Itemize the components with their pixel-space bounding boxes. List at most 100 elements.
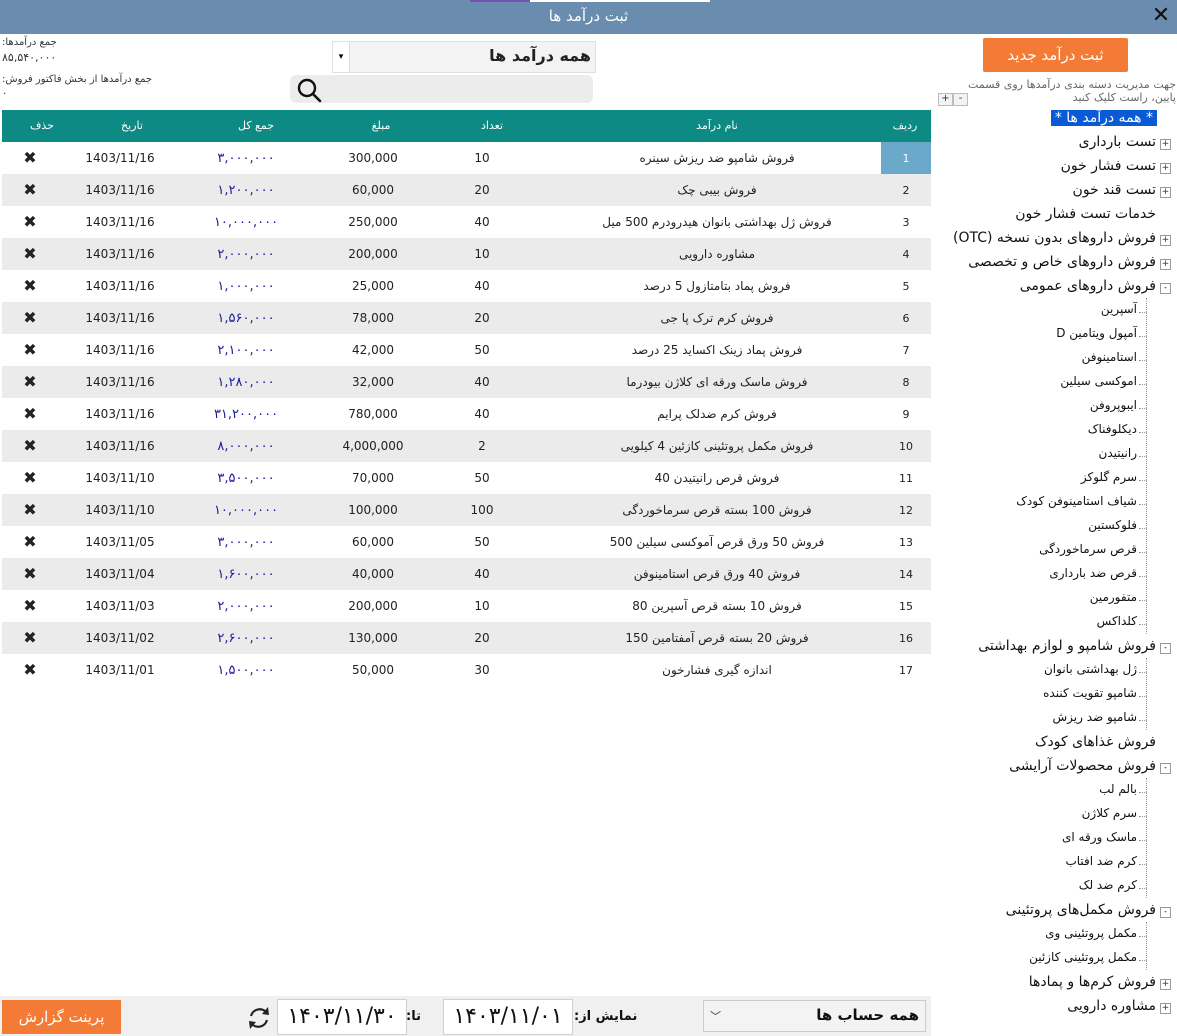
amount-cell[interactable]: 100,000 xyxy=(348,503,398,517)
date-cell[interactable]: 1403/11/16 xyxy=(85,151,154,165)
income-name-cell[interactable]: مشاوره دارویی xyxy=(679,247,755,261)
count-cell[interactable]: 40 xyxy=(474,407,489,421)
delete-icon[interactable]: ✖ xyxy=(23,500,36,519)
amount-cell[interactable]: 32,000 xyxy=(352,375,394,389)
income-name-cell[interactable]: فروش شامپو ضد ریزش سینره xyxy=(639,151,794,165)
total-cell[interactable]: ۳,۰۰۰,۰۰۰ xyxy=(217,535,274,550)
total-cell[interactable]: ۱۰,۰۰۰,۰۰۰ xyxy=(214,215,278,230)
tree-root-all-incomes[interactable]: * همه درآمد ها * xyxy=(1050,110,1157,126)
row-number-cell[interactable]: 7 xyxy=(881,334,931,366)
count-cell[interactable]: 20 xyxy=(474,631,489,645)
tree-subcategory[interactable]: قرص سرماخوردگی xyxy=(1039,542,1137,556)
dropdown-arrow-icon[interactable]: ▾ xyxy=(333,42,350,72)
delete-icon[interactable]: ✖ xyxy=(23,244,36,263)
table-row[interactable]: 11 فروش قرص رانیتیدن 40 50 70,000 ۳,۵۰۰,۰۰۰ 1… xyxy=(2,462,931,494)
tree-category[interactable]: تست فشار خون xyxy=(1061,158,1156,174)
print-report-button[interactable]: پرینت گزارش xyxy=(2,1000,121,1034)
delete-icon[interactable]: ✖ xyxy=(23,628,36,647)
total-cell[interactable]: ۱,۶۰۰,۰۰۰ xyxy=(217,567,274,582)
income-name-cell[interactable]: فروش مکمل پروتئینی کازئین 4 کیلویی xyxy=(621,439,814,453)
count-cell[interactable]: 10 xyxy=(474,151,489,165)
total-cell[interactable]: ۲,۱۰۰,۰۰۰ xyxy=(217,343,274,358)
date-cell[interactable]: 1403/11/02 xyxy=(85,631,154,645)
date-cell[interactable]: 1403/11/05 xyxy=(85,535,154,549)
new-income-button[interactable]: ثبت درآمد جدید xyxy=(983,38,1128,72)
col-row-header[interactable]: ردیف xyxy=(893,119,918,132)
date-cell[interactable]: 1403/11/16 xyxy=(85,343,154,357)
col-date-header[interactable]: تاریخ xyxy=(121,119,143,132)
amount-cell[interactable]: 200,000 xyxy=(348,599,398,613)
table-row[interactable]: 16 فروش 20 بسته قرص آمفتامین 150 20 130,000… xyxy=(2,622,931,654)
amount-cell[interactable]: 40,000 xyxy=(352,567,394,581)
to-date-field[interactable]: ۱۴۰۳/۱۱/۳۰ xyxy=(277,999,407,1035)
total-cell[interactable]: ۲,۰۰۰,۰۰۰ xyxy=(217,599,274,614)
tree-subcategory[interactable]: سرم کلاژن xyxy=(1082,806,1137,820)
amount-cell[interactable]: 4,000,000 xyxy=(342,439,403,453)
amount-cell[interactable]: 130,000 xyxy=(348,631,398,645)
search-icon[interactable] xyxy=(296,77,322,103)
col-total-header[interactable]: جمع کل xyxy=(238,119,274,132)
row-number-cell[interactable]: 4 xyxy=(881,238,931,270)
tree-subcategory[interactable]: استامینوفن xyxy=(1082,350,1137,364)
tree-subcategory[interactable]: اموکسی سیلین xyxy=(1060,374,1137,388)
date-cell[interactable]: 1403/11/03 xyxy=(85,599,154,613)
income-name-cell[interactable]: فروش ژل بهداشتی بانوان هیدرودرم 500 میل xyxy=(602,215,832,229)
row-number-cell[interactable]: 6 xyxy=(881,302,931,334)
account-select[interactable]: ﹀ همه حساب ها xyxy=(703,1000,926,1032)
close-icon[interactable]: ✕ xyxy=(1149,4,1173,28)
row-number-cell[interactable]: 1 xyxy=(881,142,931,174)
tree-category[interactable]: فروش غذاهای کودک xyxy=(1035,734,1156,750)
table-row[interactable]: 2 فروش بیبی چک 20 60,000 ۱,۲۰۰,۰۰۰ 1403/11/16… xyxy=(2,174,931,206)
tree-subcategory[interactable]: بالم لب xyxy=(1099,782,1137,796)
tree-expand-icon[interactable]: + xyxy=(1160,235,1171,246)
amount-cell[interactable]: 42,000 xyxy=(352,343,394,357)
tree-subcategory[interactable]: شیاف استامینوفن کودک xyxy=(1016,494,1137,508)
table-row[interactable]: 17 اندازه گیری فشارخون 30 50,000 ۱,۵۰۰,۰۰۰ 14… xyxy=(2,654,931,686)
total-cell[interactable]: ۱,۲۰۰,۰۰۰ xyxy=(217,183,274,198)
delete-icon[interactable]: ✖ xyxy=(23,596,36,615)
income-name-cell[interactable]: فروش پماد زینک اکساید 25 درصد xyxy=(632,343,803,357)
total-cell[interactable]: ۱,۲۸۰,۰۰۰ xyxy=(217,375,274,390)
count-cell[interactable]: 2 xyxy=(478,439,486,453)
total-cell[interactable]: ۸,۰۰۰,۰۰۰ xyxy=(217,439,274,454)
from-date-field[interactable]: ۱۴۰۳/۱۱/۰۱ xyxy=(443,999,573,1035)
table-row[interactable]: 5 فروش پماد بتامتازول 5 درصد 40 25,000 ۱,۰۰۰… xyxy=(2,270,931,302)
table-row[interactable]: 12 فروش 100 بسته قرص سرماخوردگی 100 100,000… xyxy=(2,494,931,526)
count-cell[interactable]: 40 xyxy=(474,279,489,293)
row-number-cell[interactable]: 3 xyxy=(881,206,931,238)
count-cell[interactable]: 40 xyxy=(474,375,489,389)
delete-icon[interactable]: ✖ xyxy=(23,276,36,295)
date-cell[interactable]: 1403/11/04 xyxy=(85,567,154,581)
total-cell[interactable]: ۱,۰۰۰,۰۰۰ xyxy=(217,279,274,294)
col-count-header[interactable]: تعداد xyxy=(481,119,503,132)
amount-cell[interactable]: 200,000 xyxy=(348,247,398,261)
count-cell[interactable]: 100 xyxy=(471,503,494,517)
table-row[interactable]: 3 فروش ژل بهداشتی بانوان هیدرودرم 500 میل… xyxy=(2,206,931,238)
tree-subcategory[interactable]: آسپرین xyxy=(1101,302,1137,316)
income-name-cell[interactable]: فروش 10 بسته قرص آسپرین 80 xyxy=(632,599,802,613)
collapse-all-button[interactable]: - xyxy=(953,93,968,106)
tree-category[interactable]: مشاوره دارویی xyxy=(1067,998,1156,1014)
amount-cell[interactable]: 50,000 xyxy=(352,663,394,677)
tree-subcategory[interactable]: مکمل پروتئینی وی xyxy=(1045,926,1137,940)
tree-collapse-icon[interactable]: - xyxy=(1160,283,1171,294)
row-number-cell[interactable]: 16 xyxy=(881,622,931,654)
tree-category[interactable]: فروش داروهای بدون نسخه (OTC) xyxy=(953,230,1156,246)
income-name-cell[interactable]: فروش 50 ورق قرص آموکسی سیلین 500 xyxy=(610,535,824,549)
amount-cell[interactable]: 60,000 xyxy=(352,183,394,197)
tree-subcategory[interactable]: دیکلوفناک xyxy=(1088,422,1137,436)
delete-icon[interactable]: ✖ xyxy=(23,468,36,487)
tree-subcategory[interactable]: رانیتیدن xyxy=(1099,446,1137,460)
table-row[interactable]: 7 فروش پماد زینک اکساید 25 درصد 50 42,000 ۲,… xyxy=(2,334,931,366)
chevron-down-icon[interactable]: ﹀ xyxy=(710,1008,721,1024)
amount-cell[interactable]: 780,000 xyxy=(348,407,398,421)
tree-category[interactable]: فروش مکمل‌های پروتئینی xyxy=(1006,902,1156,918)
count-cell[interactable]: 30 xyxy=(474,663,489,677)
date-cell[interactable]: 1403/11/16 xyxy=(85,407,154,421)
income-name-cell[interactable]: اندازه گیری فشارخون xyxy=(662,663,772,677)
row-number-cell[interactable]: 5 xyxy=(881,270,931,302)
tree-subcategory[interactable]: کرم ضد لک xyxy=(1079,878,1137,892)
income-name-cell[interactable]: فروش پماد بتامتازول 5 درصد xyxy=(643,279,790,293)
date-cell[interactable]: 1403/11/16 xyxy=(85,247,154,261)
tree-subcategory[interactable]: مکمل پروتئینی کازئین xyxy=(1029,950,1137,964)
